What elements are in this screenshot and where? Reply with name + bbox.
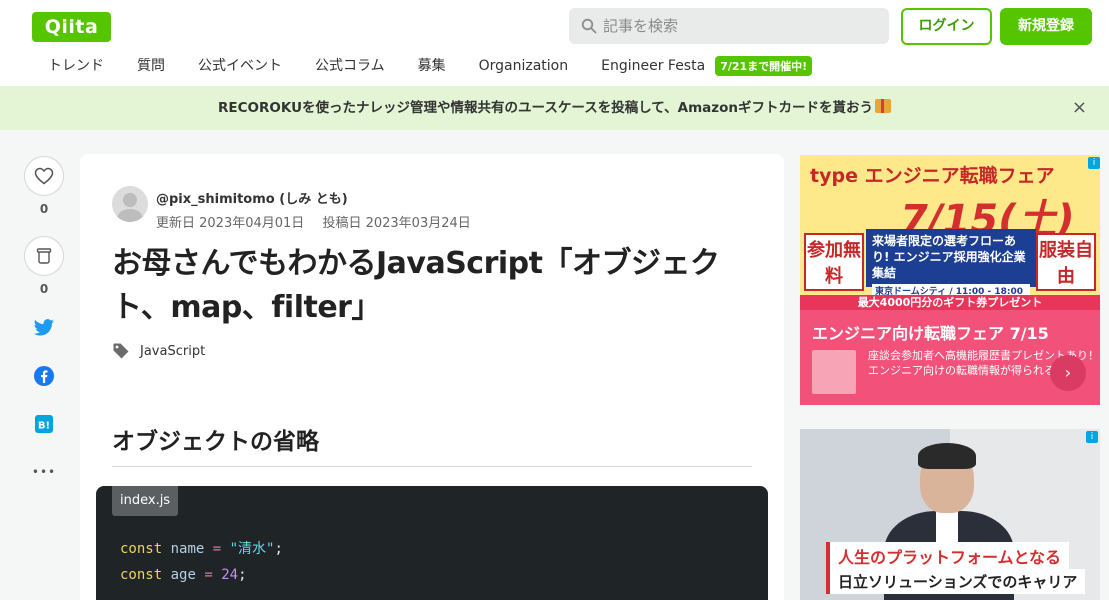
- ad1-top-panel: type エンジニア転職フェア 7/15(土) 参加無料 服装自由 来場者限定の…: [800, 155, 1100, 310]
- article-tag[interactable]: JavaScript: [112, 342, 205, 360]
- announcement-bar: RECOROKUを使ったナレッジ管理や情報共有のユースケースを投稿して、Amaz…: [0, 86, 1109, 130]
- code-filename: index.js: [112, 486, 179, 516]
- festa-badge[interactable]: 7/21まで開催中!: [715, 56, 813, 76]
- ad-choices-icon[interactable]: i: [1088, 157, 1100, 169]
- avatar-head: [123, 193, 137, 207]
- code-operator: =: [212, 541, 222, 557]
- twitter-icon: [33, 319, 54, 336]
- search-icon: [581, 18, 597, 34]
- stock-folder-icon: [36, 248, 52, 264]
- code-content: const name = "清水"; const age = 24;: [120, 536, 283, 588]
- article-card: @pix_shimitomo (しみ とも) 更新日 2023年04月01日 投…: [80, 154, 784, 600]
- code-string: "清水": [229, 541, 275, 557]
- signup-button[interactable]: 新規登録: [1000, 8, 1092, 45]
- facebook-share-button[interactable]: [24, 364, 64, 388]
- hatena-bookmark-icon: B!: [35, 415, 53, 433]
- qiita-logo[interactable]: Qiita: [32, 12, 111, 42]
- code-variable: name: [170, 541, 205, 557]
- like-button[interactable]: [24, 156, 64, 196]
- search-placeholder: 記事を検索: [603, 17, 679, 35]
- heart-icon: [34, 167, 54, 185]
- search-input[interactable]: 記事を検索: [569, 8, 889, 44]
- nav-trend[interactable]: トレンド: [48, 52, 104, 80]
- facebook-icon: [34, 366, 54, 386]
- ad1-gift-strip: 最大4000円分のギフト券プレゼント: [800, 295, 1100, 310]
- nav-recruit[interactable]: 募集: [418, 52, 446, 80]
- code-number: 24: [221, 567, 239, 583]
- gift-icon: [875, 99, 891, 113]
- ad1-thumbnail: [812, 350, 856, 394]
- article-side-actions: 0 0 B! •••: [24, 156, 64, 484]
- svg-text:B!: B!: [38, 421, 50, 432]
- author-avatar[interactable]: [112, 186, 148, 222]
- hatena-bookmark-button[interactable]: B!: [24, 412, 64, 436]
- nav-organization[interactable]: Organization: [479, 52, 569, 80]
- announcement-text-wrap[interactable]: RECOROKUを使ったナレッジ管理や情報共有のユースケースを投稿して、Amaz…: [0, 86, 1109, 130]
- ad1-bottom-title: エンジニア向け転職フェア 7/15: [812, 324, 1049, 343]
- code-keyword: const: [120, 567, 163, 583]
- ad1-blue-panel: 来場者限定の選考フローあり! エンジニア採用強化企業集結 東京ドームシティ / …: [866, 229, 1036, 300]
- site-header: Qiita 記事を検索 ログイン 新規登録 トレンド 質問 公式イベント 公式コ…: [0, 0, 1109, 86]
- login-button[interactable]: ログイン: [901, 8, 992, 45]
- tag-label[interactable]: JavaScript: [140, 344, 205, 359]
- stock-count: 0: [39, 282, 49, 296]
- close-announcement-button[interactable]: ×: [1072, 86, 1087, 130]
- code-block: index.js const name = "清水"; const age = …: [96, 486, 768, 600]
- announcement-text[interactable]: RECOROKUを使ったナレッジ管理や情報共有のユースケースを投稿して、Amaz…: [218, 100, 873, 116]
- avatar-body: [117, 209, 143, 222]
- ad-type-engineer-fair[interactable]: type エンジニア転職フェア 7/15(土) 参加無料 服装自由 来場者限定の…: [800, 155, 1100, 405]
- updated-date: 更新日 2023年04月01日: [156, 216, 305, 231]
- nav-questions[interactable]: 質問: [137, 52, 165, 80]
- more-options-button[interactable]: •••: [24, 460, 64, 484]
- ad2-caption-2: 日立ソリューションズでのキャリア: [826, 569, 1086, 594]
- ad1-free-box: 参加無料: [804, 233, 864, 291]
- section-heading: オブジェクトの省略: [112, 422, 752, 467]
- ad-hitachi-solutions[interactable]: 人生のプラットフォームとなる 日立ソリューションズでのキャリア i: [800, 429, 1100, 600]
- article-dates: 更新日 2023年04月01日 投稿日 2023年03月24日: [156, 212, 485, 231]
- tag-icon: [113, 343, 129, 359]
- ad2-person-hair: [918, 443, 976, 469]
- chevron-right-icon[interactable]: ›: [1050, 355, 1086, 391]
- main-nav: トレンド 質問 公式イベント 公式コラム 募集 Organization Eng…: [32, 52, 813, 80]
- ad1-bottom-panel: エンジニア向け転職フェア 7/15 座談会参加者へ高機能履歴書プレゼントあり！エ…: [800, 310, 1100, 405]
- stock-button[interactable]: [24, 236, 64, 276]
- nav-official-events[interactable]: 公式イベント: [198, 52, 282, 80]
- like-count: 0: [39, 202, 49, 216]
- ad2-caption-1: 人生のプラットフォームとなる: [826, 542, 1070, 570]
- code-keyword: const: [120, 541, 163, 557]
- code-semicolon: ;: [238, 567, 247, 583]
- posted-date: 投稿日 2023年03月24日: [322, 216, 471, 231]
- nav-engineer-festa[interactable]: Engineer Festa: [601, 52, 705, 80]
- nav-official-columns[interactable]: 公式コラム: [315, 52, 385, 80]
- code-operator: =: [204, 567, 213, 583]
- code-variable: age: [170, 567, 196, 583]
- article-title: お母さんでもわかるJavaScript「オブジェクト、map、filter」: [112, 246, 720, 325]
- ad-choices-icon[interactable]: i: [1086, 431, 1098, 443]
- author-name[interactable]: @pix_shimitomo (しみ とも): [156, 188, 348, 207]
- ad1-brand: type エンジニア転職フェア: [810, 165, 1055, 187]
- ad1-blue-text: 来場者限定の選考フローあり! エンジニア採用強化企業集結: [872, 234, 1026, 280]
- code-semicolon: ;: [274, 541, 283, 557]
- twitter-share-button[interactable]: [24, 316, 64, 340]
- ad1-dress-box: 服装自由: [1036, 233, 1096, 291]
